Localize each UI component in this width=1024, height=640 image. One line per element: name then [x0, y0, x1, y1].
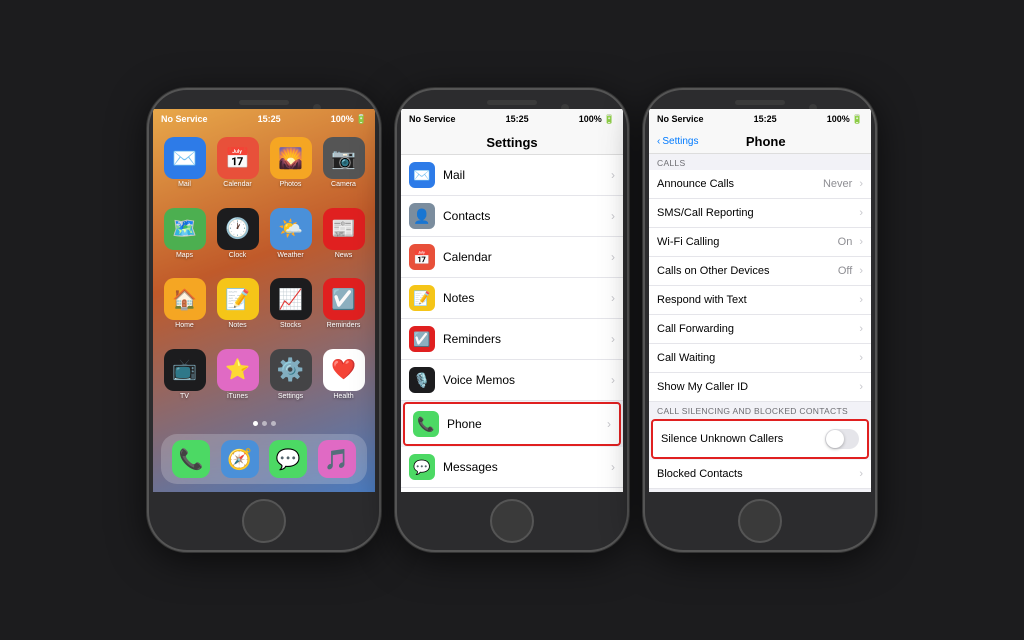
phone-nav-bar: ‹ Settings Phone: [649, 129, 871, 154]
setting-respond-text[interactable]: Respond with Text ›: [649, 286, 871, 315]
setting-caller-id[interactable]: Show My Caller ID ›: [649, 373, 871, 402]
phone-settings-screen: No Service 15:25 100%🔋 ‹ Settings Phone …: [649, 109, 871, 492]
dock: 📞 🧭 💬 🎵: [161, 434, 367, 484]
settings-item-notes[interactable]: 📝 Notes ›: [401, 278, 623, 319]
iphone-3-bottom: [645, 492, 875, 550]
settings-item-facetime[interactable]: 📹 FaceTime ›: [401, 488, 623, 492]
app-reminders[interactable]: ☑️ Reminders: [322, 278, 365, 339]
status-bar-2: No Service 15:25 100%🔋: [401, 109, 623, 129]
toggle-silence-unknown[interactable]: [825, 429, 859, 449]
home-button-2[interactable]: [490, 499, 534, 543]
dock-music[interactable]: 🎵: [318, 440, 356, 478]
app-photos[interactable]: 🌄 Photos: [269, 137, 312, 198]
app-health[interactable]: ❤️ Health: [322, 349, 365, 410]
app-notes[interactable]: 📝 Notes: [216, 278, 259, 339]
home-button-3[interactable]: [738, 499, 782, 543]
setting-call-waiting[interactable]: Call Waiting ›: [649, 344, 871, 373]
setting-wifi-calling[interactable]: Wi-Fi Calling On ›: [649, 228, 871, 257]
setting-blocked-contacts[interactable]: Blocked Contacts ›: [649, 460, 871, 489]
app-calendar[interactable]: 📅 Calendar: [216, 137, 259, 198]
status-time-3: 15:25: [754, 114, 777, 124]
iphone-2-top: [397, 90, 627, 109]
settings-item-calendar[interactable]: 📅 Calendar ›: [401, 237, 623, 278]
settings-item-reminders[interactable]: ☑️ Reminders ›: [401, 319, 623, 360]
iphone-3: No Service 15:25 100%🔋 ‹ Settings Phone …: [645, 90, 875, 550]
iphone-1-top: [149, 90, 379, 109]
phone-nav-title: Phone: [698, 134, 833, 149]
dot-2: [262, 421, 267, 426]
settings-item-mail[interactable]: ✉️ Mail ›: [401, 155, 623, 196]
dock-phone[interactable]: 📞: [172, 440, 210, 478]
status-battery-3: 100%🔋: [827, 114, 863, 125]
home-screen: No Service 15:25 100% 🔋 ✉️ Mail 📅: [153, 109, 375, 492]
iphone-2: No Service 15:25 100%🔋 Settings ✉️ Mail …: [397, 90, 627, 550]
app-news[interactable]: 📰 News: [322, 208, 365, 269]
status-bar-3: No Service 15:25 100%🔋: [649, 109, 871, 129]
dock-messages[interactable]: 💬: [269, 440, 307, 478]
gear-focus-ring: ⚙️: [270, 349, 312, 391]
app-stocks[interactable]: 📈 Stocks: [269, 278, 312, 339]
settings-item-contacts[interactable]: 👤 Contacts ›: [401, 196, 623, 237]
iphone-1-screen: No Service 15:25 100% 🔋 ✉️ Mail 📅: [153, 109, 375, 492]
status-bar-1: No Service 15:25 100% 🔋: [153, 109, 375, 129]
iphone-2-bottom: [397, 492, 627, 550]
settings-item-voicememos[interactable]: 🎙️ Voice Memos ›: [401, 360, 623, 401]
iphone-2-screen: No Service 15:25 100%🔋 Settings ✉️ Mail …: [401, 109, 623, 492]
settings-item-messages[interactable]: 💬 Messages ›: [401, 447, 623, 488]
speaker-3: [735, 100, 785, 105]
home-button-1[interactable]: [242, 499, 286, 543]
iphone-1: No Service 15:25 100% 🔋 ✉️ Mail 📅: [149, 90, 379, 550]
status-battery-2: 100%🔋: [579, 114, 615, 125]
status-carrier-1: No Service: [161, 114, 208, 124]
scene: No Service 15:25 100% 🔋 ✉️ Mail 📅: [0, 0, 1024, 640]
speaker-2: [487, 100, 537, 105]
iphone-1-bottom: [149, 492, 379, 550]
iphone-3-top: [645, 90, 875, 109]
iphone-3-screen: No Service 15:25 100%🔋 ‹ Settings Phone …: [649, 109, 871, 492]
setting-announce-calls[interactable]: Announce Calls Never ›: [649, 170, 871, 199]
status-time-1: 15:25: [258, 114, 281, 124]
app-mail[interactable]: ✉️ Mail: [163, 137, 206, 198]
setting-call-forwarding[interactable]: Call Forwarding ›: [649, 315, 871, 344]
setting-sms-reporting[interactable]: SMS/Call Reporting ›: [649, 199, 871, 228]
status-time-2: 15:25: [506, 114, 529, 124]
app-clock[interactable]: 🕐 Clock: [216, 208, 259, 269]
status-carrier-3: No Service: [657, 114, 704, 124]
settings-nav-title: Settings: [401, 129, 623, 155]
section-header-dial: [649, 489, 871, 492]
app-maps[interactable]: 🗺️ Maps: [163, 208, 206, 269]
back-button[interactable]: ‹ Settings: [657, 136, 698, 147]
app-weather[interactable]: 🌤️ Weather: [269, 208, 312, 269]
app-tv[interactable]: 📺 TV: [163, 349, 206, 410]
section-header-silencing: CALL SILENCING AND BLOCKED CONTACTS: [649, 402, 871, 418]
section-header-calls: CALLS: [649, 154, 871, 170]
setting-silence-unknown[interactable]: Silence Unknown Callers: [651, 419, 869, 459]
status-battery-1: 100% 🔋: [331, 114, 367, 125]
setting-calls-other-devices[interactable]: Calls on Other Devices Off ›: [649, 257, 871, 286]
status-carrier-2: No Service: [409, 114, 456, 124]
dot-1: [253, 421, 258, 426]
settings-item-phone[interactable]: 📞 Phone ›: [403, 402, 621, 446]
settings-list: ✉️ Mail › 👤 Contacts › 📅 Calendar ›: [401, 155, 623, 492]
app-settings-gear[interactable]: ⚙️ ⚙️ Settings: [269, 349, 312, 410]
settings-screen: No Service 15:25 100%🔋 Settings ✉️ Mail …: [401, 109, 623, 492]
app-camera[interactable]: 📷 Camera: [322, 137, 365, 198]
page-dots: [153, 417, 375, 430]
app-grid: ✉️ Mail 📅 Calendar 🌄 Photos: [153, 129, 375, 417]
dot-3: [271, 421, 276, 426]
app-itunes[interactable]: ⭐ iTunes: [216, 349, 259, 410]
speaker-1: [239, 100, 289, 105]
app-home[interactable]: 🏠 Home: [163, 278, 206, 339]
dock-safari[interactable]: 🧭: [221, 440, 259, 478]
